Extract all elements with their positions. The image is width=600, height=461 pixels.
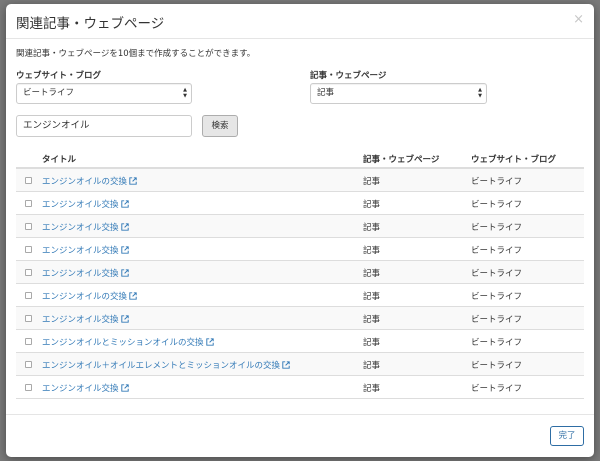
header-site: ウェブサイト・ブログ: [471, 155, 557, 165]
table-row: エンジンオイル交換 記事 ビートライフ: [16, 261, 584, 284]
external-link-icon: [120, 200, 129, 208]
row-title: エンジンオイル交換: [42, 269, 119, 279]
row-site: ビートライフ: [471, 315, 523, 325]
row-site: ビートライフ: [471, 338, 523, 348]
type-select-value: 記事: [317, 88, 335, 98]
row-title: エンジンオイル交換: [42, 384, 119, 394]
row-title: エンジンオイル交換: [42, 246, 119, 256]
row-site: ビートライフ: [471, 223, 523, 233]
row-type: 記事: [363, 246, 381, 256]
table-row: エンジンオイル交換 記事 ビートライフ: [16, 215, 584, 238]
row-title: エンジンオイル交換: [42, 200, 119, 210]
row-type: 記事: [363, 200, 381, 210]
row-title: エンジンオイル交換: [42, 315, 119, 325]
row-checkbox[interactable]: [25, 269, 32, 276]
row-title-link[interactable]: エンジンオイルの交換: [42, 290, 137, 302]
row-checkbox[interactable]: [25, 361, 32, 368]
row-type: 記事: [363, 361, 381, 371]
row-site: ビートライフ: [471, 384, 523, 394]
row-title-link[interactable]: エンジンオイル交換: [42, 198, 129, 210]
external-link-icon: [129, 292, 137, 300]
row-title-link[interactable]: エンジンオイルとミッションオイルの交換: [42, 336, 214, 348]
table-body: エンジンオイルの交換 記事 ビートライフ エンジンオイル交換 記事 ビートライフ エンジンオ…: [16, 169, 584, 399]
website-filter-label: ウェブサイト・ブログ: [16, 71, 102, 81]
row-checkbox[interactable]: [25, 223, 32, 230]
modal-footer: 完了: [6, 414, 594, 457]
table-row: エンジンオイル交換 記事 ビートライフ: [16, 238, 584, 261]
row-title: エンジンオイル交換: [42, 223, 119, 233]
row-title: エンジンオイルの交換: [42, 177, 128, 187]
row-site: ビートライフ: [471, 177, 523, 187]
row-site: ビートライフ: [471, 292, 523, 302]
table-row: エンジンオイルの交換 記事 ビートライフ: [16, 284, 584, 307]
row-type: 記事: [363, 223, 381, 233]
row-title: エンジンオイルとミッションオイルの交換: [42, 338, 204, 348]
select-arrows-icon: ▲ ▼: [478, 87, 482, 99]
search-input[interactable]: エンジンオイル: [16, 115, 192, 137]
search-button[interactable]: 検索: [202, 115, 238, 137]
row-type: 記事: [363, 269, 381, 279]
row-site: ビートライフ: [471, 269, 523, 279]
external-link-icon: [120, 315, 129, 323]
row-type: 記事: [363, 177, 381, 187]
modal-title: 関連記事・ウェブページ: [16, 16, 165, 32]
table-header-row: タイトル 記事・ウェブページ ウェブサイト・ブログ: [16, 150, 584, 169]
header-type: 記事・ウェブページ: [363, 155, 440, 165]
row-title-link[interactable]: エンジンオイル交換: [42, 313, 129, 325]
row-checkbox[interactable]: [25, 177, 32, 184]
close-icon[interactable]: ×: [573, 12, 584, 28]
row-type: 記事: [363, 338, 381, 348]
table-row: エンジンオイル＋オイルエレメントとミッションオイルの交換 記事 ビートライフ: [16, 353, 584, 376]
row-title-link[interactable]: エンジンオイル交換: [42, 382, 129, 394]
external-link-icon: [129, 177, 137, 185]
external-link-icon: [120, 223, 129, 231]
external-link-icon: [282, 361, 290, 369]
external-link-icon: [120, 269, 129, 277]
website-select[interactable]: ビートライフ ▲ ▼: [16, 83, 192, 104]
table-row: エンジンオイル交換 記事 ビートライフ: [16, 192, 584, 215]
done-button[interactable]: 完了: [550, 426, 584, 446]
row-site: ビートライフ: [471, 246, 523, 256]
type-select[interactable]: 記事 ▲ ▼: [310, 83, 487, 104]
external-link-icon: [120, 384, 129, 392]
row-type: 記事: [363, 384, 381, 394]
row-title-link[interactable]: エンジンオイル交換: [42, 267, 129, 279]
header-title: タイトル: [42, 155, 77, 165]
row-title: エンジンオイル＋オイルエレメントとミッションオイルの交換: [42, 361, 281, 371]
row-site: ビートライフ: [471, 200, 523, 210]
modal-header: 関連記事・ウェブページ ×: [6, 4, 594, 39]
results-table: タイトル 記事・ウェブページ ウェブサイト・ブログ エンジンオイルの交換 記事 ビー…: [16, 150, 584, 399]
table-row: エンジンオイルの交換 記事 ビートライフ: [16, 169, 584, 192]
table-row: エンジンオイル交換 記事 ビートライフ: [16, 307, 584, 330]
external-link-icon: [120, 246, 129, 254]
row-title: エンジンオイルの交換: [42, 292, 128, 302]
type-filter-label: 記事・ウェブページ: [310, 71, 387, 81]
row-title-link[interactable]: エンジンオイルの交換: [42, 175, 137, 187]
row-site: ビートライフ: [471, 361, 523, 371]
select-arrows-icon: ▲ ▼: [183, 87, 187, 99]
external-link-icon: [205, 338, 214, 346]
row-title-link[interactable]: エンジンオイル交換: [42, 221, 129, 233]
row-checkbox[interactable]: [25, 292, 32, 299]
table-row: エンジンオイル交換 記事 ビートライフ: [16, 376, 584, 399]
row-checkbox[interactable]: [25, 200, 32, 207]
modal-description: 関連記事・ウェブページを10個まで作成することができます。: [16, 49, 256, 59]
row-checkbox[interactable]: [25, 384, 32, 391]
website-select-value: ビートライフ: [23, 88, 75, 98]
row-checkbox[interactable]: [25, 246, 32, 253]
related-pages-modal: 関連記事・ウェブページ × 関連記事・ウェブページを10個まで作成することができ…: [6, 4, 594, 457]
table-row: エンジンオイルとミッションオイルの交換 記事 ビートライフ: [16, 330, 584, 353]
row-checkbox[interactable]: [25, 315, 32, 322]
row-type: 記事: [363, 292, 381, 302]
row-title-link[interactable]: エンジンオイル交換: [42, 244, 129, 256]
row-type: 記事: [363, 315, 381, 325]
row-checkbox[interactable]: [25, 338, 32, 345]
row-title-link[interactable]: エンジンオイル＋オイルエレメントとミッションオイルの交換: [42, 359, 290, 371]
